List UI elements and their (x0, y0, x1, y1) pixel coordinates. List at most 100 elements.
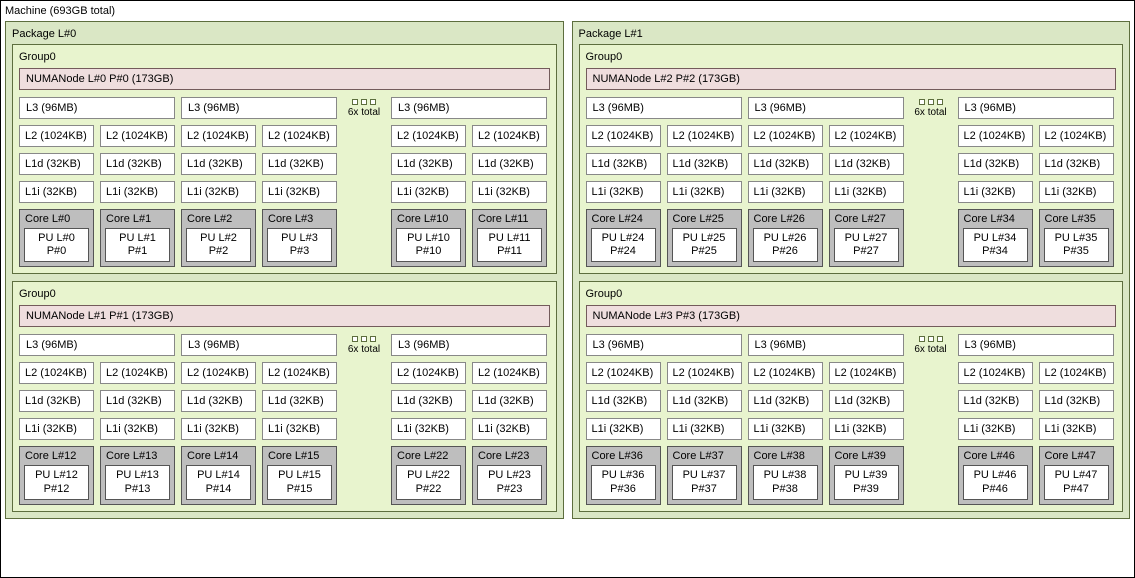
pu-physical: P#25 (675, 245, 734, 258)
l3-cache: L3 (96MB) (586, 97, 742, 119)
pu-physical: P#10 (399, 245, 458, 258)
core-title: Core L#47 (1044, 450, 1109, 465)
l1d-cache: L1d (32KB) (391, 153, 466, 175)
dot-icon (937, 99, 943, 105)
core-title: Core L#37 (672, 450, 737, 465)
l2-cache: L2 (1024KB) (1039, 362, 1114, 384)
l1i-cache: L1i (32KB) (181, 418, 256, 440)
core: Core L#34PU L#34P#34 (958, 209, 1033, 267)
core-title: Core L#27 (834, 213, 899, 228)
gap-spacer (910, 362, 952, 504)
core: Core L#47PU L#47P#47 (1039, 446, 1114, 504)
pu-physical: P#22 (399, 483, 458, 496)
numa-node: NUMANode L#0 P#0 (173GB) (19, 68, 550, 90)
pu-physical: P#0 (27, 245, 86, 258)
core: Core L#13PU L#13P#13 (100, 446, 175, 504)
l1d-cache: L1d (32KB) (667, 153, 742, 175)
core-column: L2 (1024KB)L1d (32KB)L1i (32KB)Core L#15… (262, 362, 337, 504)
l1i-cache: L1i (32KB) (100, 181, 175, 203)
l2-cache: L2 (1024KB) (748, 362, 823, 384)
l1d-cache: L1d (32KB) (748, 153, 823, 175)
l2-cache: L2 (1024KB) (1039, 125, 1114, 147)
pu: PU L#27P#27 (834, 228, 899, 262)
core-title: Core L#23 (477, 450, 542, 465)
multiplier-dots (919, 336, 943, 342)
multiplier-dots (352, 336, 376, 342)
core-column: L2 (1024KB)L1d (32KB)L1i (32KB)Core L#3P… (262, 125, 337, 267)
l2-cache: L2 (1024KB) (262, 362, 337, 384)
l2-cache: L2 (1024KB) (958, 362, 1033, 384)
core-column: L2 (1024KB)L1d (32KB)L1i (32KB)Core L#23… (472, 362, 547, 504)
core-pair: L2 (1024KB)L1d (32KB)L1i (32KB)Core L#12… (19, 362, 175, 504)
l2-cache: L2 (1024KB) (100, 125, 175, 147)
group: Group0NUMANode L#3 P#3 (173GB)L3 (96MB)L… (579, 281, 1124, 511)
core-section: L2 (1024KB) L1d (32KB) L1i (32KB) Core L#12… (19, 362, 550, 504)
core: Core L#25PU L#25P#25 (667, 209, 742, 267)
core-title: Core L#39 (834, 450, 899, 465)
dot-icon (919, 336, 925, 342)
core-section: L2 (1024KB)L1d (32KB)L1i (32KB)Core L#24… (586, 125, 1117, 267)
pu: PU L#3P#3 (267, 228, 332, 262)
pu: PU L#12P#12 (24, 465, 89, 499)
pu-physical: P#35 (1047, 245, 1106, 258)
multiplier: 6x total (343, 336, 385, 355)
pu: PU L#2P#2 (186, 228, 251, 262)
pu-physical: P#38 (756, 483, 815, 496)
pu: PU L#14P#14 (186, 465, 251, 499)
core-section: L2 (1024KB)L1d (32KB)L1i (32KB)Core L#36… (586, 362, 1117, 504)
core-title: Core L#34 (963, 213, 1028, 228)
pu: PU L#23P#23 (477, 465, 542, 499)
l1i-cache: L1i (32KB) (586, 181, 661, 203)
core-column: L2 (1024KB)L1d (32KB)L1i (32KB)Core L#10… (391, 125, 466, 267)
l1i-cache: L1i (32KB) (181, 181, 256, 203)
core-column: L2 (1024KB)L1d (32KB)L1i (32KB)Core L#38… (748, 362, 823, 504)
l1d-cache: L1d (32KB) (181, 153, 256, 175)
pu-label: PU L#34 (966, 232, 1025, 245)
l1d-cache: L1d (32KB) (667, 390, 742, 412)
dot-icon (370, 99, 376, 105)
numa-node: NUMANode L#1 P#1 (173GB) (19, 305, 550, 327)
l1i-cache: L1i (32KB) (586, 418, 661, 440)
pu: PU L#25P#25 (672, 228, 737, 262)
core-pair: L2 (1024KB)L1d (32KB)L1i (32KB)Core L#14… (181, 362, 337, 504)
l3-cache: L3 (96MB) (181, 97, 337, 119)
l1d-cache: L1d (32KB) (829, 153, 904, 175)
l3-cache: L3 (96MB) (19, 97, 175, 119)
core-column: L2 (1024KB)L1d (32KB)L1i (32KB)Core L#34… (958, 125, 1033, 267)
core-title: Core L#0 (24, 213, 89, 228)
l1d-cache: L1d (32KB) (181, 390, 256, 412)
core-title: Core L#1 (105, 213, 170, 228)
dot-icon (937, 336, 943, 342)
l2-cache: L2 (1024KB) (586, 125, 661, 147)
l3-cache: L3 (96MB) (181, 334, 337, 356)
pu-label: PU L#2 (189, 232, 248, 245)
l1i-cache: L1i (32KB) (1039, 418, 1114, 440)
machine-title: Machine (693GB total) (5, 3, 1130, 21)
machine: Machine (693GB total) Package L#0Group0N… (0, 0, 1135, 578)
pu-label: PU L#26 (756, 232, 815, 245)
core: Core L#3PU L#3P#3 (262, 209, 337, 267)
pu: PU L#38P#38 (753, 465, 818, 499)
multiplier: 6x total (910, 99, 952, 118)
pu-label: PU L#24 (594, 232, 653, 245)
pu: PU L#1P#1 (105, 228, 170, 262)
core: Core L#15PU L#15P#15 (262, 446, 337, 504)
core-column: L2 (1024KB)L1d (32KB)L1i (32KB)Core L#1P… (100, 125, 175, 267)
core-pair: L2 (1024KB)L1d (32KB)L1i (32KB)Core L#36… (586, 362, 742, 504)
core-column: L2 (1024KB)L1d (32KB)L1i (32KB)Core L#2P… (181, 125, 256, 267)
l3-row: L3 (96MB)L3 (96MB)6x totalL3 (96MB) (19, 97, 550, 119)
package: Package L#0Group0NUMANode L#0 P#0 (173GB… (5, 21, 564, 519)
l2-cache: L2 (1024KB) (181, 362, 256, 384)
core-title: Core L#12 (24, 450, 89, 465)
pu-label: PU L#35 (1047, 232, 1106, 245)
multiplier: 6x total (343, 99, 385, 118)
l2-cache: L2 (1024KB) (472, 125, 547, 147)
l2-cache: L2 (1024KB) (391, 362, 466, 384)
pu-label: PU L#11 (480, 232, 539, 245)
l2-cache: L2 (1024KB) (958, 125, 1033, 147)
l1i-cache: L1i (32KB) (391, 181, 466, 203)
pu: PU L#37P#37 (672, 465, 737, 499)
l1i-cache: L1i (32KB) (1039, 181, 1114, 203)
pu: PU L#0P#0 (24, 228, 89, 262)
core-title: Core L#38 (753, 450, 818, 465)
